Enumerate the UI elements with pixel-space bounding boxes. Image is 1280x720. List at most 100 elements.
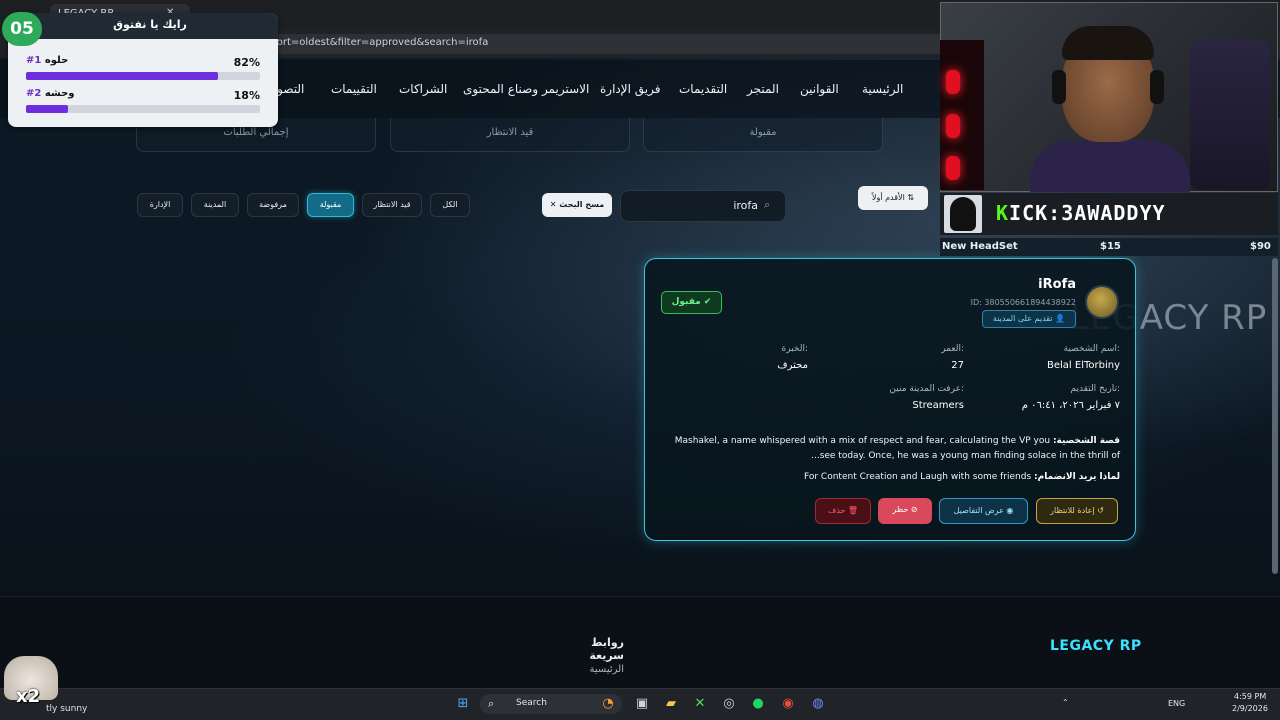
headphone-icon <box>1052 70 1066 104</box>
poll-option-1-rank: #1 <box>26 55 42 66</box>
nav-item-home[interactable]: الرئيسية <box>862 82 903 96</box>
eye-icon: ◉ <box>1006 506 1014 515</box>
character-story: قصة الشخصية: Mashakel, a name whispered … <box>660 434 1120 464</box>
status-badge: مقبول ✔ <box>661 291 722 314</box>
close-icon: ✕ <box>549 200 560 209</box>
poll-option-1-track <box>26 72 260 80</box>
story-label: قصة الشخصية: <box>1052 436 1120 446</box>
ban-icon: ⊘ <box>910 505 918 514</box>
xbox-icon[interactable]: ✕ <box>692 696 708 712</box>
poll-option-2-label: وحشه <box>44 88 75 99</box>
reset-to-pending-button[interactable]: إعادة للانتظار ↺ <box>1036 498 1118 524</box>
status-label: مقبول <box>671 297 701 307</box>
filter-rejected-button[interactable]: مرفوضة <box>247 193 299 217</box>
kick-handle: KICK:3AWADDYY <box>996 201 1166 225</box>
sort-button[interactable]: الأقدم أولاً ⇅ <box>858 186 928 210</box>
kick-text: ICK:3AWADDYY <box>1009 201 1166 225</box>
tray-chevron-icon[interactable]: ⌃ <box>1062 698 1069 707</box>
experience-label: الخبرة: <box>781 344 809 354</box>
source-label: عرفت المدينة منين: <box>889 384 964 394</box>
poll-option-2-track <box>26 105 260 113</box>
stat-pending: قيد الانتظار <box>390 118 630 152</box>
filter-city-button[interactable]: المدينة <box>191 193 239 217</box>
quick-links-heading: روابط سريعة <box>589 636 624 662</box>
nav-item-reviews[interactable]: التقييمات <box>331 82 377 96</box>
search-icon: ⌕ <box>488 697 495 710</box>
character-name-label: اسم الشخصية: <box>1063 344 1120 354</box>
filter-approved-button[interactable]: مقبولة <box>307 193 354 217</box>
poll-option-1-label: حلوه <box>44 55 69 66</box>
clear-search-button[interactable]: ✕ مسح البحث <box>542 193 612 217</box>
poll-option-1-percent: 82% <box>233 56 260 69</box>
poll-title: رايك يا نفتوق <box>113 18 187 31</box>
webcam-person-hair <box>1062 26 1154 60</box>
clock-time[interactable]: 4:59 PM <box>1234 692 1266 701</box>
nav-item-store[interactable]: المتجر <box>747 82 779 96</box>
source-value: Streamers <box>912 400 964 411</box>
penguin-icon <box>950 197 976 231</box>
webcam-led <box>946 114 960 138</box>
submit-date-value: ٧ فبراير ٢٠٢٦، ٠٦:٤١ م <box>1021 400 1120 411</box>
submit-date-label: تاريخ التقديم: <box>1070 384 1120 394</box>
footer-link-home[interactable]: الرئيسية <box>560 664 624 675</box>
taskbar-search-label: Search <box>516 698 547 708</box>
ban-button[interactable]: حظر ⊘ <box>878 498 932 524</box>
nav-item-rules[interactable]: القوانين <box>800 82 839 96</box>
weather-widget[interactable]: tly sunny <box>46 704 87 714</box>
sort-label: الأقدم أولاً <box>871 193 905 202</box>
windows-start-icon[interactable]: ⊞ <box>455 696 471 712</box>
applicant-id: ID: 380550661894438922 <box>970 298 1076 307</box>
why-join-label: لماذا يريد الانضمام: <box>1034 472 1120 482</box>
page-scrollbar[interactable] <box>1272 258 1278 574</box>
chrome-icon[interactable]: ◉ <box>780 696 796 712</box>
why-join-text: For Content Creation and Laugh with some… <box>804 472 1032 482</box>
poll-option-2: #2 وحشه <box>26 88 75 99</box>
ban-label: حظر <box>892 505 909 514</box>
avatar <box>1085 285 1119 319</box>
kick-prefix: K <box>996 201 1010 225</box>
webcam-chair <box>1190 40 1270 190</box>
filter-pending-button[interactable]: قيد الانتظار <box>362 193 422 217</box>
application-type-label: تقديم على المدينة <box>992 314 1053 323</box>
delete-button[interactable]: حذف 🗑 <box>815 498 871 524</box>
steam-icon[interactable]: ◎ <box>721 696 737 712</box>
reset-label: إعادة للانتظار <box>1050 506 1095 515</box>
webcam-person-body <box>1030 140 1190 192</box>
nav-item-admin-team[interactable]: فريق الإدارة <box>600 82 660 96</box>
discord-icon[interactable]: ◍ <box>810 696 826 712</box>
sort-icon: ⇅ <box>907 193 915 202</box>
language-indicator[interactable]: ENG <box>1168 699 1185 708</box>
details-label: عرض التفاصيل <box>953 506 1004 515</box>
headphone-icon <box>1150 70 1164 104</box>
spotify-icon[interactable]: ● <box>750 696 766 712</box>
webcam-led <box>946 156 960 180</box>
filter-all-button[interactable]: الكل <box>430 193 470 217</box>
url-field[interactable]: ...sort=oldest&filter=approved&search=ir… <box>250 34 950 54</box>
poll-option-2-percent: 18% <box>233 89 260 102</box>
view-details-button[interactable]: عرض التفاصيل ◉ <box>939 498 1028 524</box>
task-view-icon[interactable]: ▣ <box>634 696 650 712</box>
nav-item-streamers[interactable]: الاستريمر وصناع المحتوى <box>463 82 589 96</box>
applicant-name: iRofa <box>1038 277 1076 292</box>
webcam-led <box>946 70 960 94</box>
goal-current: $15 <box>1100 241 1121 252</box>
clock-date[interactable]: 2/9/2026 <box>1232 704 1268 713</box>
poll-number: 05 <box>2 12 42 46</box>
nav-item-applications[interactable]: التقديمات <box>679 82 727 96</box>
search-icon: ⌕ <box>764 198 771 211</box>
experience-value: محترف <box>777 360 808 371</box>
stat-approved: مقبولة <box>643 118 883 152</box>
nav-item-partners[interactable]: الشراكات <box>399 82 447 96</box>
filter-admin-button[interactable]: الإدارة <box>137 193 183 217</box>
multiplier-badge: x2 <box>16 686 41 707</box>
file-explorer-icon[interactable]: ▰ <box>663 696 679 712</box>
footer-logo: LEGACY RP <box>1050 638 1142 654</box>
delete-label: حذف <box>827 506 846 515</box>
undo-icon: ↺ <box>1097 506 1104 515</box>
why-join: لماذا يريد الانضمام: For Content Creatio… <box>660 472 1120 482</box>
poll-option-1: #1 حلوه <box>26 55 68 66</box>
poll-option-1-fill <box>26 72 218 80</box>
age-label: العمر: <box>941 344 964 354</box>
age-value: 27 <box>951 360 964 371</box>
character-name-value: Belal ElTorbiny <box>1047 360 1120 371</box>
